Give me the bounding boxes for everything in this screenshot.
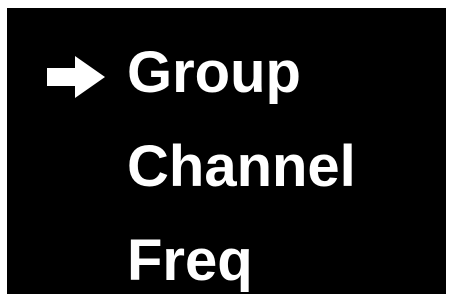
menu-screen: Group Channel Freq (7, 8, 446, 294)
menu-item-channel[interactable]: Channel (127, 138, 356, 196)
menu-item-freq[interactable]: Freq (127, 232, 253, 290)
arrow-right-icon (47, 56, 105, 98)
menu-item-group[interactable]: Group (127, 44, 301, 102)
